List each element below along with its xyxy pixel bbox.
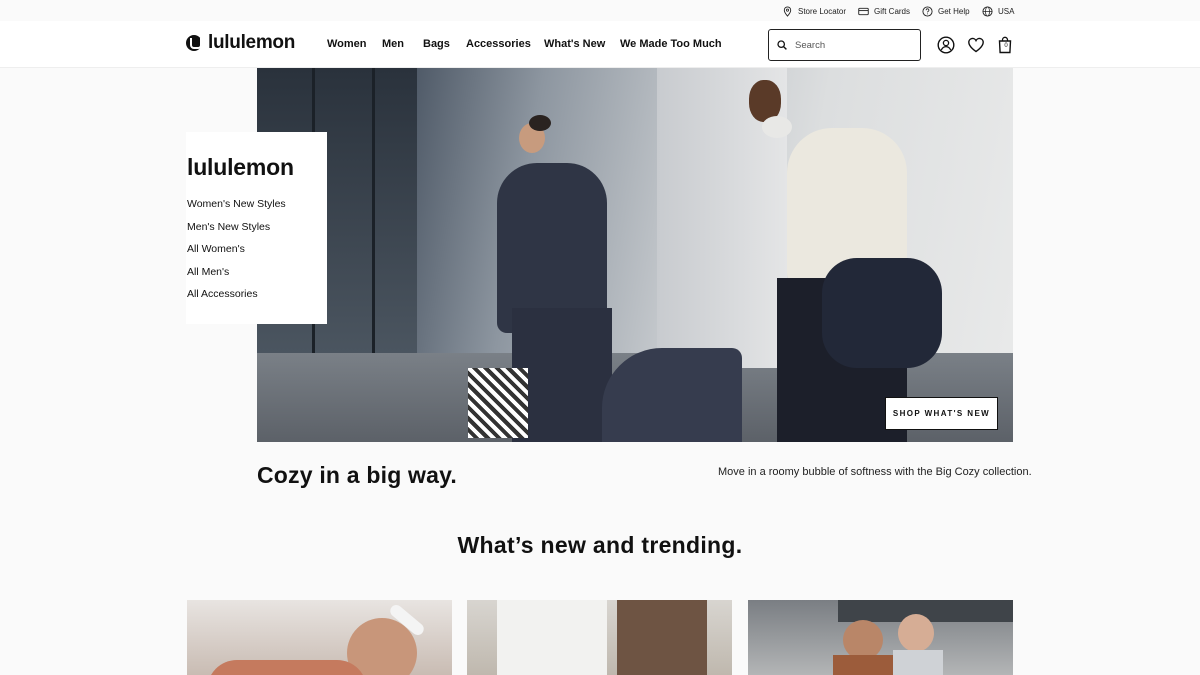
hero-description: Move in a roomy bubble of softness with … — [718, 466, 1032, 478]
get-help-link[interactable]: Get Help — [922, 4, 970, 18]
region-label: USA — [998, 6, 1015, 16]
region-selector[interactable]: USA — [982, 4, 1014, 18]
gift-cards-link[interactable]: Gift Cards — [858, 4, 910, 18]
white-outfit — [497, 600, 607, 675]
brown-outfit — [617, 600, 707, 675]
pin-icon — [783, 5, 792, 17]
search-box[interactable] — [768, 29, 921, 61]
nav-women[interactable]: Women — [327, 38, 367, 52]
trending-card-1[interactable] — [187, 600, 452, 675]
window-frame — [372, 68, 375, 368]
model-2-face — [898, 614, 934, 652]
link-all-womens[interactable]: All Women's — [187, 243, 245, 255]
link-mens-new-styles[interactable]: Men's New Styles — [187, 221, 270, 233]
trending-card-2[interactable] — [467, 600, 732, 675]
account-icon[interactable] — [937, 36, 955, 54]
bag-count: 0 — [1004, 43, 1008, 49]
hero-link-panel: lululemon Women's New Styles Men's New S… — [186, 132, 327, 324]
logo[interactable]: lululemon — [186, 32, 296, 53]
duffel-bag — [822, 258, 942, 368]
panel-title: lululemon — [187, 154, 294, 180]
lululemon-logo-icon — [186, 35, 202, 51]
model-1-face — [843, 620, 883, 660]
headphones — [762, 116, 792, 138]
gift-cards-label: Gift Cards — [874, 6, 911, 16]
main-header: lululemon Women Men Bags Accessories Wha… — [0, 21, 1200, 68]
woman-hair — [529, 115, 551, 131]
utility-bar: Store Locator Gift Cards Get Help USA — [0, 0, 1200, 21]
get-help-label: Get Help — [938, 6, 970, 16]
hero-image[interactable] — [257, 68, 1013, 442]
nav-bags[interactable]: Bags — [423, 38, 450, 52]
shop-whats-new-button[interactable]: SHOP WHAT'S NEW — [885, 397, 998, 430]
hero-headline: Cozy in a big way. — [257, 462, 457, 488]
model-1-top — [833, 655, 893, 675]
nav-whats-new[interactable]: What's New — [544, 38, 605, 52]
nav-accessories[interactable]: Accessories — [466, 38, 531, 52]
bag-button[interactable]: 0 — [997, 36, 1013, 54]
link-all-accessories[interactable]: All Accessories — [187, 288, 258, 300]
globe-icon — [982, 5, 993, 17]
gift-card-icon — [858, 7, 869, 15]
link-all-mens[interactable]: All Men's — [187, 266, 229, 278]
model-2-top — [893, 650, 943, 675]
search-icon — [777, 40, 787, 50]
nav-men[interactable]: Men — [382, 38, 404, 52]
store-locator-label: Store Locator — [798, 6, 847, 16]
logo-text: lululemon — [208, 32, 296, 53]
model-body — [207, 660, 367, 675]
tote-bag — [468, 368, 528, 438]
help-icon — [922, 5, 933, 17]
trending-title: What’s new and trending. — [457, 532, 743, 558]
nav-we-made-too-much[interactable]: We Made Too Much — [620, 38, 722, 52]
heart-icon[interactable] — [967, 36, 985, 54]
link-womens-new-styles[interactable]: Women's New Styles — [187, 198, 286, 210]
search-input[interactable] — [795, 39, 905, 51]
trending-card-3[interactable] — [748, 600, 1013, 675]
store-locator-link[interactable]: Store Locator — [782, 4, 846, 18]
woman-coat-tail — [602, 348, 742, 442]
